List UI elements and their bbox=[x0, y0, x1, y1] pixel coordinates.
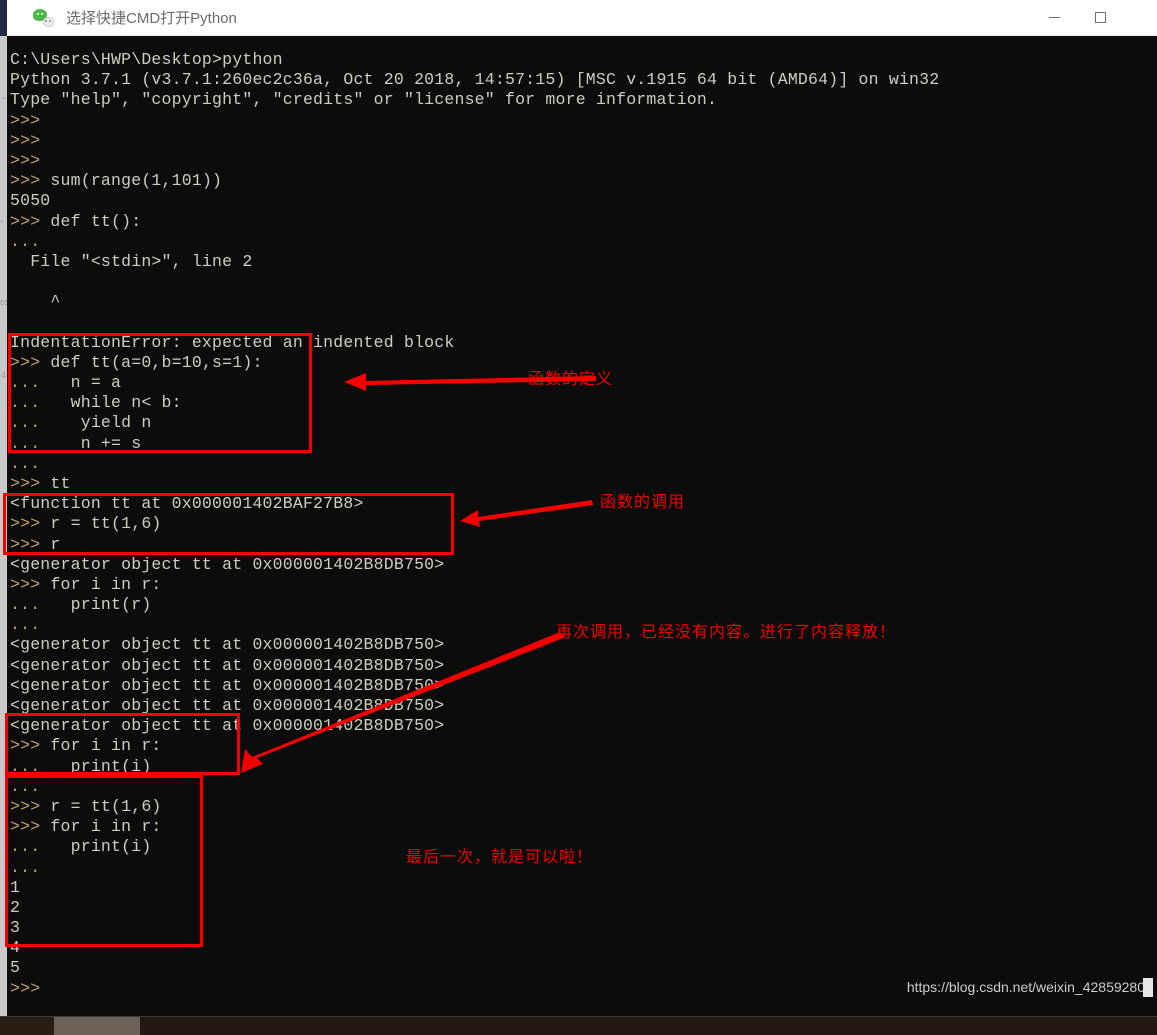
console-prompt: >>> bbox=[10, 978, 41, 998]
console-prompt: >>> bbox=[10, 574, 41, 594]
console-line: ... print(r) bbox=[10, 595, 152, 615]
left-gray-edge bbox=[0, 36, 7, 1017]
console-prompt: ... bbox=[10, 373, 41, 392]
console-prompt: ... bbox=[10, 453, 41, 473]
taskbar[interactable] bbox=[0, 1017, 1157, 1035]
console-line: <generator object tt at 0x000001402B8DB7… bbox=[10, 716, 445, 736]
console-line: ... bbox=[10, 615, 1157, 635]
ghost-dash-icon: - bbox=[2, 92, 6, 104]
console-line: ... bbox=[10, 232, 1157, 252]
console-prompt: ... bbox=[10, 837, 41, 857]
console-prompt: ... bbox=[10, 393, 41, 413]
console-line: Python 3.7.1 (v3.7.1:260ec2c36a, Oct 20 … bbox=[10, 70, 940, 90]
taskbar-item-a[interactable] bbox=[0, 1017, 54, 1035]
console-prompt: ... bbox=[10, 857, 41, 877]
console-line: 4 bbox=[10, 938, 21, 958]
console-line: 1 bbox=[10, 877, 21, 897]
console-line: <generator object tt at 0x000001402B8DB7… bbox=[10, 554, 445, 574]
console-line: <function tt at 0x000001402BAF27B8> bbox=[10, 494, 364, 514]
wechat-icon bbox=[33, 8, 54, 27]
console-line: ... while n< b: bbox=[10, 393, 182, 413]
console-prompt: ... bbox=[10, 595, 41, 615]
watermark: https://blog.csdn.net/weixin_42859280 bbox=[906, 979, 1145, 995]
console-line: ... n = a bbox=[10, 373, 122, 392]
console-prompt: ... bbox=[10, 615, 41, 635]
console-line: >>> bbox=[10, 131, 1157, 151]
console-line: >>> def tt(): bbox=[10, 211, 142, 231]
console-line: 3 bbox=[10, 918, 21, 938]
title-bar: 选择快捷CMD打开Python bbox=[7, 0, 1157, 36]
console-line: ... bbox=[10, 454, 1157, 474]
screen: - os 4 ▫ 选择快捷CMD打开Python C:\Users\HWP\De… bbox=[0, 0, 1157, 1035]
console-line: ... bbox=[10, 777, 1157, 797]
console-line: <generator object tt at 0x000001402B8DB7… bbox=[10, 655, 445, 675]
titlebar-spacer bbox=[1123, 0, 1157, 36]
console-line: >>> bbox=[10, 151, 1157, 171]
console-line: <generator object tt at 0x000001402B8DB7… bbox=[10, 696, 445, 715]
console-prompt: ... bbox=[10, 413, 41, 433]
text-cursor bbox=[1143, 978, 1153, 997]
console-prompt: >>> bbox=[10, 514, 41, 534]
console-line: C:\Users\HWP\Desktop>python bbox=[10, 50, 283, 69]
console-line: >>> r = tt(1,6) bbox=[10, 796, 162, 816]
console-line: >>> r = tt(1,6) bbox=[10, 514, 162, 534]
console-line: ... bbox=[10, 858, 1157, 878]
maximize-icon bbox=[1094, 12, 1106, 23]
console-prompt: >>> bbox=[10, 171, 41, 191]
console-prompt: >>> bbox=[10, 736, 41, 756]
window-title: 选择快捷CMD打开Python bbox=[66, 10, 237, 27]
taskbar-item-b[interactable] bbox=[54, 1017, 140, 1035]
console-prompt: >>> bbox=[10, 352, 41, 372]
console-prompt: >>> bbox=[10, 110, 41, 130]
console-line: ... n += s bbox=[10, 433, 142, 453]
console-line: >>> for i in r: bbox=[10, 817, 162, 837]
window-controls bbox=[1031, 0, 1157, 35]
console-prompt: >>> bbox=[10, 534, 41, 554]
console-line: 5 bbox=[10, 958, 21, 978]
console-line: Type "help", "copyright", "credits" or "… bbox=[10, 90, 718, 110]
console-line: 5050 bbox=[10, 191, 51, 211]
console-line: 2 bbox=[10, 897, 21, 917]
console-prompt: >>> bbox=[10, 130, 41, 150]
console-line: <generator object tt at 0x000001402B8DB7… bbox=[10, 635, 445, 655]
console-line: <generator object tt at 0x000001402B8DB7… bbox=[10, 675, 445, 695]
console-line: File "<stdin>", line 2 bbox=[10, 251, 253, 271]
console-line: >>> def tt(a=0,b=10,s=1): bbox=[10, 352, 263, 372]
console-line: ... print(i) bbox=[10, 756, 152, 776]
console-line: ... yield n bbox=[10, 413, 152, 433]
console-line: >>> sum(range(1,101)) bbox=[10, 171, 223, 191]
console-line: IndentationError: expected an indented b… bbox=[10, 332, 455, 352]
maximize-button[interactable] bbox=[1077, 0, 1123, 36]
console-output: C:\Users\HWP\Desktop>python Python 3.7.1 … bbox=[7, 36, 1157, 999]
console-window[interactable]: C:\Users\HWP\Desktop>python Python 3.7.1 … bbox=[7, 36, 1157, 1017]
console-prompt: ... bbox=[10, 433, 41, 453]
console-line: >>> r bbox=[10, 534, 61, 554]
console-prompt: >>> bbox=[10, 796, 41, 816]
ghost-mark: ▫ bbox=[0, 216, 3, 226]
console-line: >>> tt bbox=[10, 473, 71, 493]
console-line: ^ bbox=[10, 292, 61, 312]
minimize-button[interactable] bbox=[1031, 0, 1077, 36]
console-line: >>> for i in r: bbox=[10, 574, 162, 594]
left-navy-strip bbox=[0, 0, 7, 36]
ghost-label-4: 4 bbox=[1, 370, 6, 380]
minimize-icon bbox=[1048, 17, 1060, 18]
console-line: ... print(i) bbox=[10, 837, 152, 857]
console-prompt: ... bbox=[10, 776, 41, 796]
console-prompt: ... bbox=[10, 756, 41, 776]
console-prompt: >>> bbox=[10, 817, 41, 837]
console-prompt: >>> bbox=[10, 473, 41, 493]
console-prompt: >>> bbox=[10, 150, 41, 170]
console-prompt: >>> bbox=[10, 211, 41, 231]
console-line: >>> bbox=[10, 111, 1157, 131]
console-line: >>> for i in r: bbox=[10, 736, 162, 756]
console-prompt: ... bbox=[10, 231, 41, 251]
